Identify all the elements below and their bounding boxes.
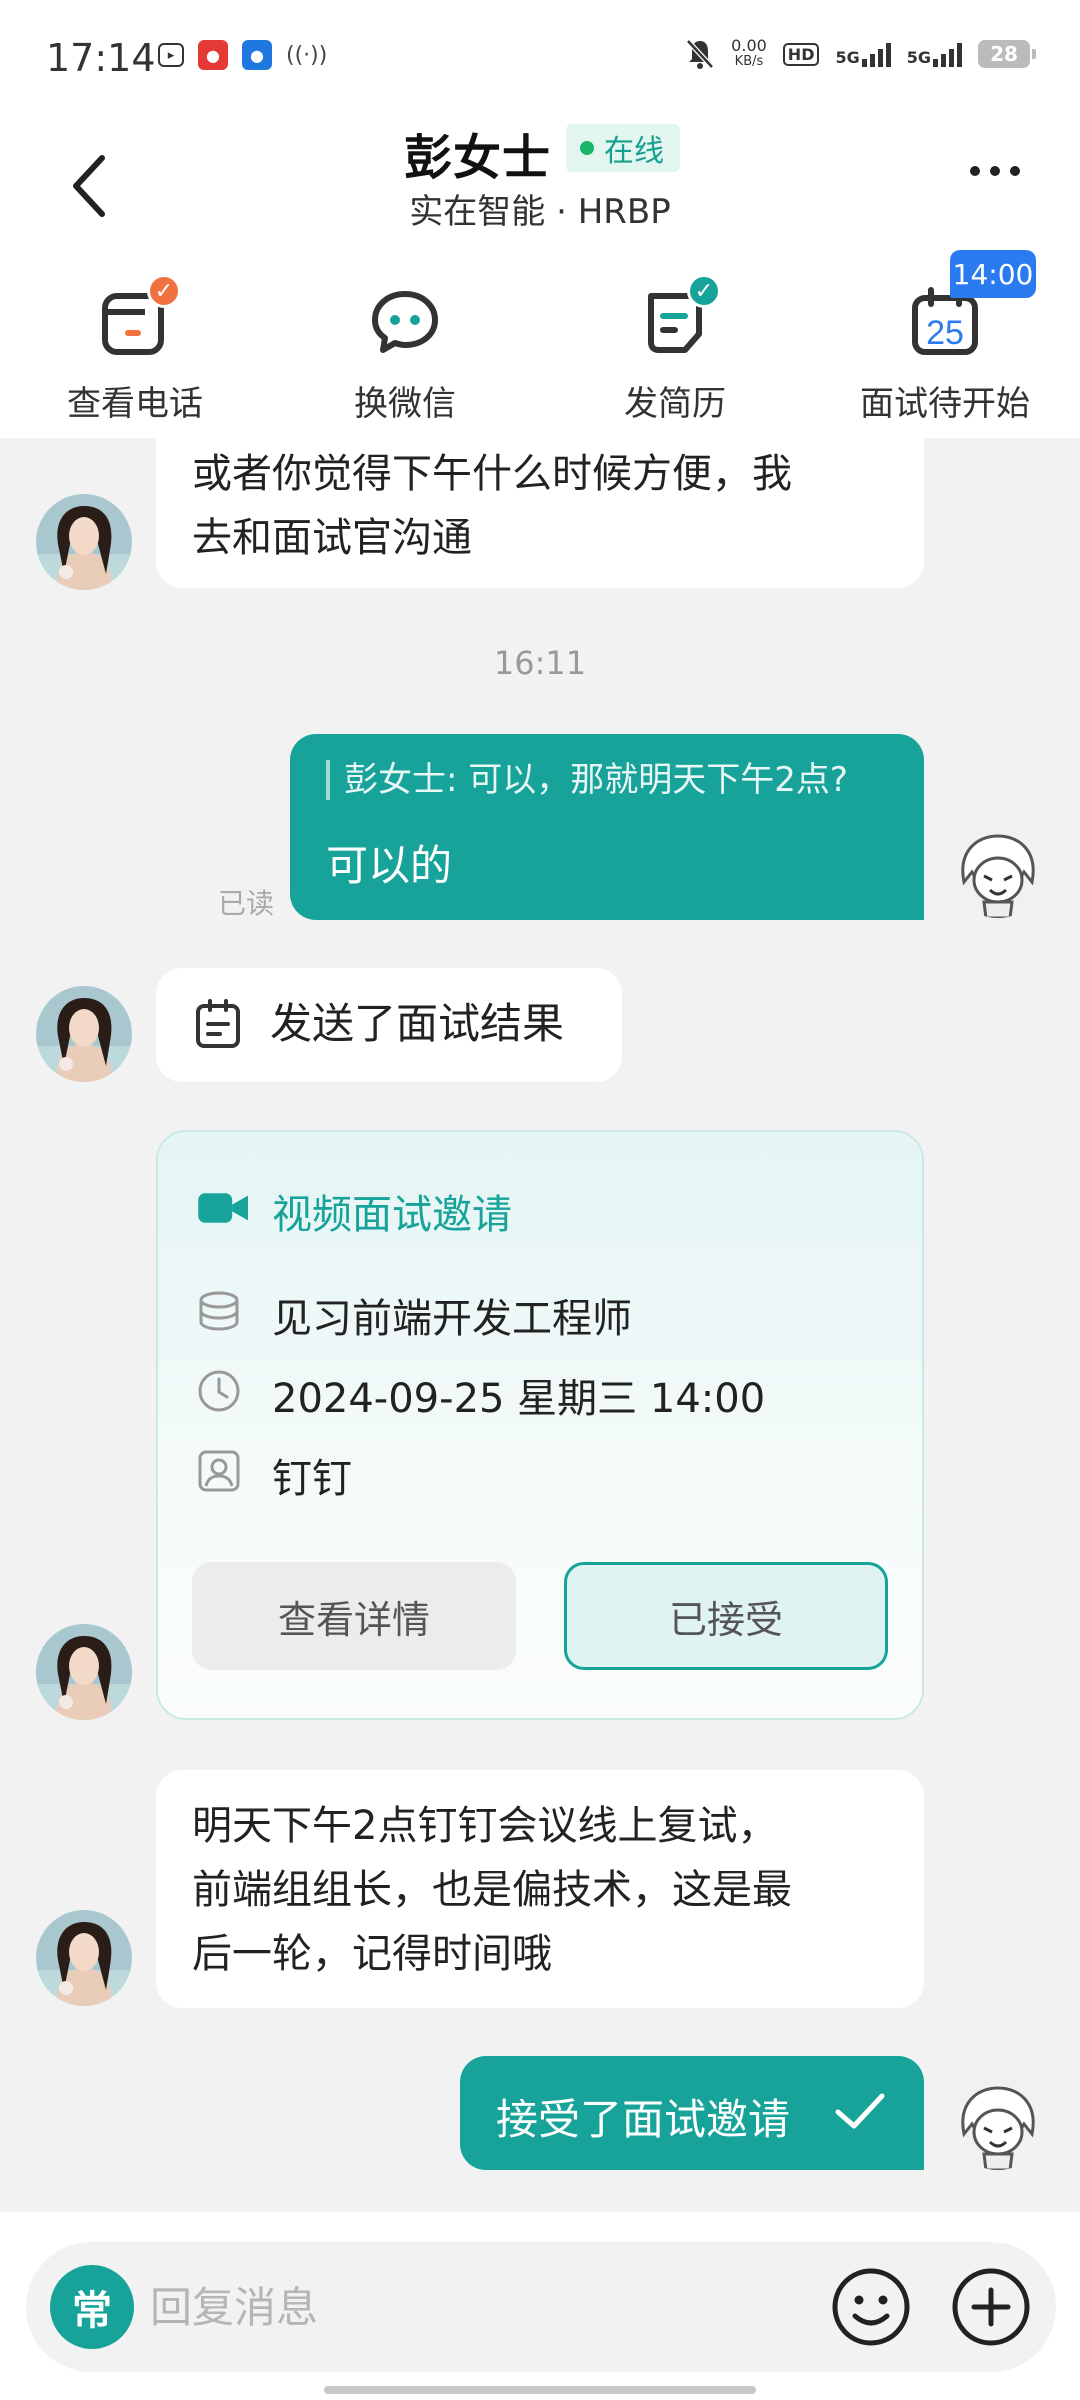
signal-bars-icon [861, 41, 891, 67]
online-dot-icon [580, 141, 594, 155]
status-right: 0.00 KB/s HD 5G 5G 28 [685, 38, 1036, 70]
contact-avatar[interactable] [36, 1910, 132, 2006]
message-text: 可以的 [326, 841, 453, 890]
hd-badge: HD [782, 42, 820, 66]
add-attachment-button[interactable] [948, 2264, 1034, 2350]
send-resume-action[interactable]: ✓ 发简历 [540, 272, 810, 424]
database-icon [199, 1291, 239, 1331]
message-input-bar: 常 [0, 2212, 1080, 2400]
message-text: 发送了面试结果 [270, 999, 565, 1048]
my-avatar[interactable] [950, 2074, 1046, 2170]
action-label: 发简历 [624, 384, 726, 424]
quick-actions: ✓ 查看电话 换微信 ✓ 发简历 25 面试待开始 [0, 272, 1080, 424]
message-line: 或者你觉得下午什么时候方便，我 [192, 451, 792, 497]
more-options-button[interactable] [970, 166, 1020, 176]
signal-2-label: 5G [906, 48, 931, 67]
check-badge-icon: ✓ [147, 274, 181, 308]
interview-time-badge: 14:00 [950, 250, 1036, 298]
action-label: 查看电话 [67, 384, 203, 424]
accepted-button[interactable]: 已接受 [564, 1562, 888, 1670]
quoted-message: 彭女士: 可以，那就明天下午2点? [326, 760, 848, 800]
action-label: 面试待开始 [860, 384, 1030, 424]
wechat-action[interactable]: 换微信 [270, 272, 540, 424]
clipboard-icon [196, 999, 240, 1048]
contact-avatar[interactable] [36, 494, 132, 590]
accepted-invite-message[interactable]: 接受了面试邀请 [460, 2056, 924, 2170]
online-status-text: 在线 [604, 134, 664, 169]
read-receipt: 已读 [218, 887, 275, 920]
contact-avatar[interactable] [36, 986, 132, 1082]
hotspot-icon: ((·)) [286, 42, 328, 68]
invite-position: 见习前端开发工程师 [272, 1296, 632, 1342]
wechat-icon [365, 282, 445, 362]
common-phrases-button[interactable]: 常 [50, 2265, 134, 2349]
message-line: 明天下午2点钉钉会议线上复试， [192, 1803, 778, 1849]
input-container: 常 [26, 2242, 1056, 2372]
action-label: 换微信 [354, 384, 456, 424]
message-line: 后一轮，记得时间哦 [192, 1931, 552, 1977]
phone-card-icon: ✓ [95, 274, 181, 362]
mute-bell-icon [686, 39, 715, 69]
message-line: 去和面试官沟通 [192, 515, 472, 561]
invite-title: 视频面试邀请 [272, 1192, 512, 1238]
battery-icon: 28 [978, 40, 1036, 68]
notification-icons: ▸ ● ● ((·)) [158, 40, 327, 70]
net-speed: 0.00 KB/s [731, 38, 767, 70]
invite-platform: 钉钉 [272, 1456, 352, 1502]
message-line: 前端组组长，也是偏技术，这是最 [192, 1867, 792, 1913]
blue-app-icon: ● [242, 40, 272, 70]
reply-input[interactable] [150, 2272, 810, 2342]
incoming-message[interactable]: 明天下午2点钉钉会议线上复试， 前端组组长，也是偏技术，这是最 后一轮，记得时间… [156, 1770, 924, 2008]
calendar-day-number: 25 [926, 314, 964, 352]
signal-2: 5G [907, 41, 962, 67]
interview-pending-action[interactable]: 25 面试待开始 [810, 272, 1080, 424]
status-bar: 17:14 ▸ ● ● ((·)) 0.00 KB/s HD 5G 5G 28 [0, 0, 1080, 112]
contact-card-icon [198, 1450, 240, 1492]
signal-1-label: 5G [835, 48, 860, 67]
home-indicator[interactable] [324, 2386, 756, 2394]
red-app-icon: ● [198, 40, 228, 70]
view-phone-action[interactable]: ✓ 查看电话 [0, 272, 270, 424]
message-text: 接受了面试邀请 [496, 2095, 791, 2144]
company-role: 实在智能 · HRBP [409, 192, 671, 232]
video-camera-icon [198, 1193, 248, 1223]
contact-name: 彭女士 [404, 130, 552, 186]
signal-bars-icon [933, 41, 962, 67]
video-interview-invite-card[interactable]: 视频面试邀请 见习前端开发工程师 2024-09-25 星期三 14:00 钉钉… [156, 1130, 924, 1720]
signal-1: 5G [835, 41, 891, 67]
plus-circle-icon [952, 2268, 1030, 2346]
my-avatar[interactable] [950, 822, 1046, 918]
incoming-message[interactable]: 或者你觉得下午什么时候方便，我 去和面试官沟通 [156, 430, 924, 588]
status-time: 17:14 [46, 36, 156, 80]
chat-header: 彭女士 在线 实在智能 · HRBP ✓ 查看电话 换微信 ✓ 发简历 25 面… [0, 112, 1080, 438]
online-status-badge: 在线 [566, 124, 680, 172]
resume-icon: ✓ [635, 274, 721, 362]
outgoing-message[interactable]: 彭女士: 可以，那就明天下午2点? 可以的 [290, 734, 924, 920]
contact-avatar[interactable] [36, 1624, 132, 1720]
net-speed-unit: KB/s [734, 54, 764, 69]
view-details-button[interactable]: 查看详情 [192, 1562, 516, 1670]
clock-icon [198, 1370, 240, 1412]
tv-app-icon: ▸ [158, 43, 184, 67]
emoji-button[interactable] [828, 2264, 914, 2350]
invite-datetime: 2024-09-25 星期三 14:00 [272, 1376, 766, 1422]
check-icon [835, 2093, 885, 2129]
interview-result-message[interactable]: 发送了面试结果 [156, 968, 622, 1082]
net-speed-value: 0.00 [731, 36, 767, 55]
message-timestamp: 16:11 [493, 644, 587, 682]
smiley-icon [832, 2268, 910, 2346]
check-badge-icon: ✓ [687, 274, 721, 308]
